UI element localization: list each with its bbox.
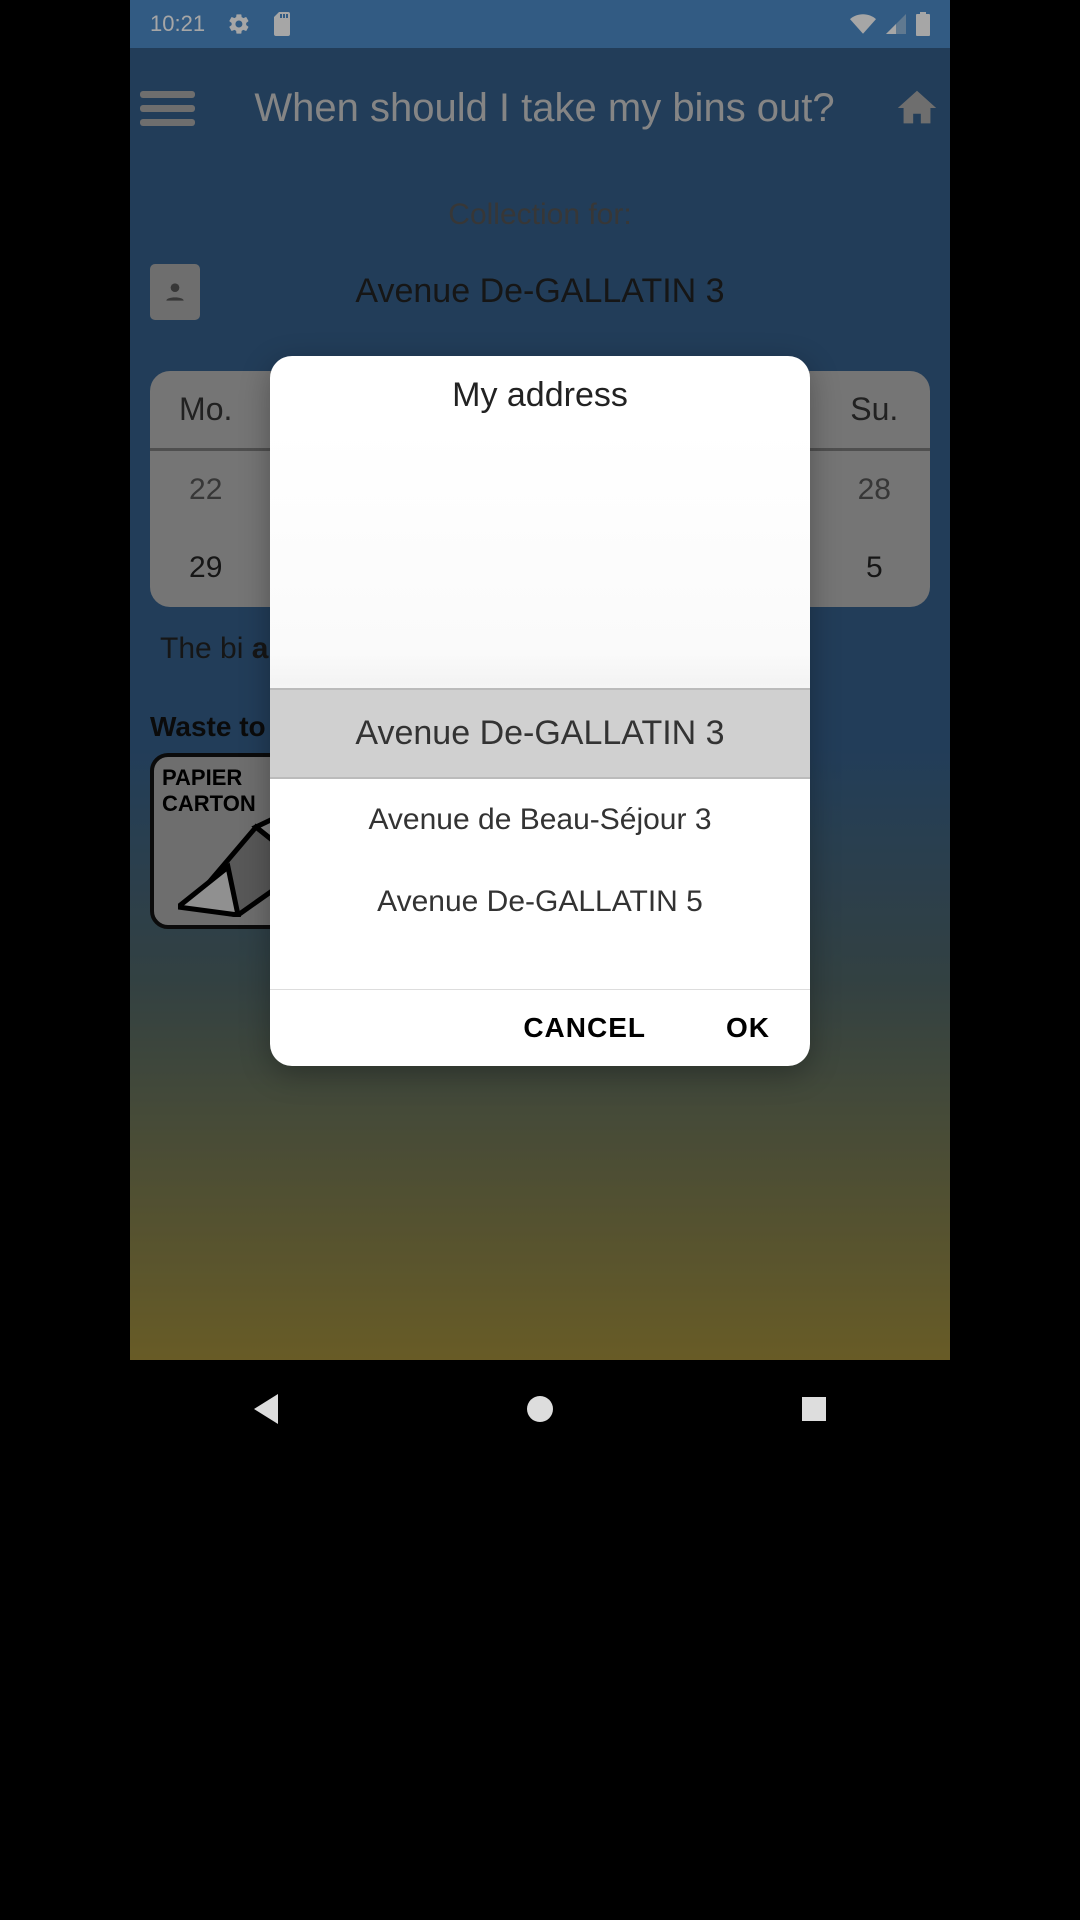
nav-recent-icon[interactable]: [802, 1397, 826, 1421]
address-picker-dialog: My address Avenue De-GALLATIN 3 Avenue d…: [270, 356, 810, 1066]
address-picker[interactable]: Avenue De-GALLATIN 3 Avenue de Beau-Séjo…: [270, 430, 810, 990]
nav-home-icon[interactable]: [527, 1396, 553, 1422]
system-nav-bar: [130, 1360, 950, 1458]
picker-option[interactable]: Avenue de Beau-Séjour 3: [270, 779, 810, 861]
picker-option-selected[interactable]: Avenue De-GALLATIN 3: [270, 688, 810, 779]
picker-option[interactable]: Avenue De-GALLATIN 5: [270, 861, 810, 943]
dialog-title: My address: [270, 356, 810, 430]
cancel-button[interactable]: CANCEL: [523, 1012, 646, 1044]
ok-button[interactable]: OK: [726, 1012, 770, 1044]
nav-back-icon[interactable]: [254, 1394, 278, 1424]
